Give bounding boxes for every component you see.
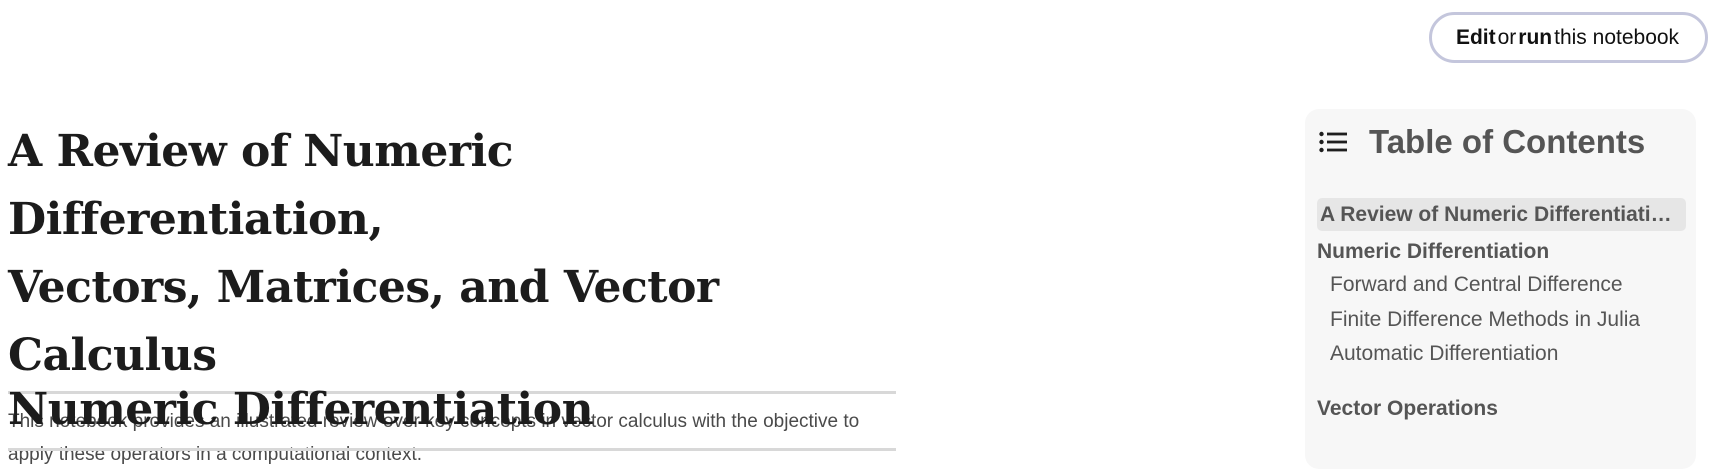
toc-header: Table of Contents [1319, 123, 1645, 161]
or-label: or [1497, 25, 1517, 49]
toc-item-finite-difference-julia[interactable]: Finite Difference Methods in Julia [1330, 308, 1640, 332]
page-title: A Review of Numeric Differentiation, Vec… [8, 118, 896, 390]
list-icon [1319, 131, 1347, 153]
page-title-line-1: A Review of Numeric Differentiation, [8, 126, 514, 245]
toc-item-label: Vector Operations [1317, 397, 1498, 420]
toc-item-label: Forward and Central Difference [1330, 273, 1623, 296]
toc-item-numeric-differentiation[interactable]: Numeric Differentiation [1317, 240, 1549, 264]
toc-item-vector-operations[interactable]: Vector Operations [1317, 397, 1498, 421]
notebook-content: A Review of Numeric Differentiation, Vec… [8, 118, 896, 471]
notebook-label: this notebook [1554, 25, 1680, 49]
toc-item-automatic-differentiation[interactable]: Automatic Differentiation [1330, 342, 1558, 366]
edit-label: Edit [1455, 25, 1496, 49]
toc-item-label: Finite Difference Methods in Julia [1330, 308, 1641, 331]
toc-title: Table of Contents [1369, 123, 1646, 160]
toc-item-label: Automatic Differentiation [1330, 342, 1559, 365]
page-title-line-2: Vectors, Matrices, and Vector Calculus [8, 262, 719, 381]
section-heading-numeric-differentiation: Numeric Differentiation [8, 384, 594, 435]
toc-item-forward-central-difference[interactable]: Forward and Central Difference [1330, 273, 1623, 297]
toc-item-label: Numeric Differentiation [1317, 240, 1550, 263]
section-divider [8, 448, 896, 451]
table-of-contents: Table of Contents A Review of Numeric Di… [1305, 109, 1696, 469]
toc-item-review[interactable]: A Review of Numeric Differentiation, Vec… [1317, 198, 1686, 231]
run-label: run [1518, 25, 1553, 49]
toc-item-label: A Review of Numeric Differentiation, Vec… [1320, 203, 1686, 226]
edit-or-run-notebook-button[interactable]: Edit or run this notebook [1429, 12, 1708, 63]
